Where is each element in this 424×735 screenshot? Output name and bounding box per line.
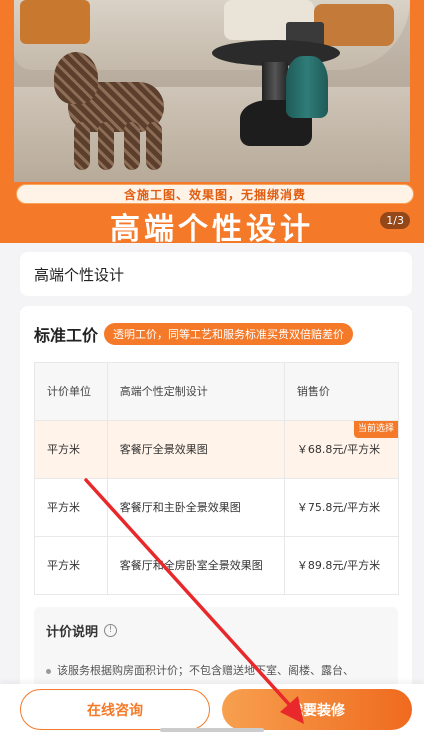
pricing-header: 标准工价 透明工价，同等工艺和服务标准买贵双倍赔差价 <box>34 306 398 362</box>
price-guarantee-badge: 透明工价，同等工艺和服务标准买贵双倍赔差价 <box>104 323 354 345</box>
row-price: ￥89.8元/平方米 <box>283 536 400 595</box>
column-header-unit: 计价单位 <box>34 362 108 421</box>
pricing-note-item-text: 该服务根据购房面积计价；不包含赠送地下室、阁楼、露台、 <box>57 664 354 677</box>
banner-tagline: 含施工图、效果图，无捆绑消费 <box>16 184 414 204</box>
hero-banner[interactable]: 含施工图、效果图，无捆绑消费 高端个性设计 1/3 <box>0 0 424 243</box>
page: 含施工图、效果图，无捆绑消费 高端个性设计 1/3 高端个性设计 标准工价 透明… <box>0 0 424 735</box>
current-selection-tag: 当前选择 <box>353 421 398 438</box>
price-row-selected[interactable]: 平方米 客餐厅全景效果图 当前选择 ￥68.8元/平方米 <box>34 420 400 479</box>
pricing-note-item: 该服务根据购房面积计价；不包含赠送地下室、阁楼、露台、 <box>46 662 386 680</box>
row-item: 客餐厅和主卧全景效果图 <box>106 478 285 537</box>
home-indicator <box>160 728 264 732</box>
pricing-note-title-text: 计价说明 <box>46 625 99 640</box>
bullet-icon <box>46 669 51 674</box>
decorate-button[interactable]: 我要装修 <box>222 689 412 730</box>
banner-photo <box>14 0 410 182</box>
column-header-item: 高端个性定制设计 <box>106 362 285 421</box>
online-consult-button[interactable]: 在线咨询 <box>20 689 210 730</box>
price-row[interactable]: 平方米 客餐厅和全房卧室全景效果图 ￥89.8元/平方米 <box>34 536 400 595</box>
row-item: 客餐厅和全房卧室全景效果图 <box>106 536 285 595</box>
pricing-card: 标准工价 透明工价，同等工艺和服务标准买贵双倍赔差价 计价单位 高端个性定制设计… <box>20 306 412 735</box>
row-price: ￥68.8元/平方米 <box>296 443 381 456</box>
pricing-heading: 标准工价 <box>34 326 99 345</box>
price-row[interactable]: 平方米 客餐厅和主卧全景效果图 ￥75.8元/平方米 <box>34 478 400 537</box>
price-table: 计价单位 高端个性定制设计 销售价 平方米 客餐厅全景效果图 当前选择 ￥68.… <box>34 362 400 595</box>
row-unit: 平方米 <box>34 420 108 479</box>
banner-tagline-text: 含施工图、效果图，无捆绑消费 <box>123 187 306 202</box>
price-table-header: 计价单位 高端个性定制设计 销售价 <box>34 362 400 421</box>
banner-title: 高端个性设计 <box>110 212 314 243</box>
row-item: 客餐厅全景效果图 <box>106 420 285 479</box>
row-unit: 平方米 <box>34 478 108 537</box>
row-price: ￥75.8元/平方米 <box>283 478 400 537</box>
product-title-card: 高端个性设计 <box>20 252 412 296</box>
product-name: 高端个性设计 <box>34 265 125 284</box>
info-icon[interactable]: ! <box>104 624 118 637</box>
column-header-price: 销售价 <box>283 362 400 421</box>
banner-page-indicator: 1/3 <box>380 212 410 229</box>
pricing-note-title: 计价说明 ! <box>46 621 386 640</box>
row-unit: 平方米 <box>34 536 108 595</box>
row-price-cell: 当前选择 ￥68.8元/平方米 <box>283 420 400 479</box>
